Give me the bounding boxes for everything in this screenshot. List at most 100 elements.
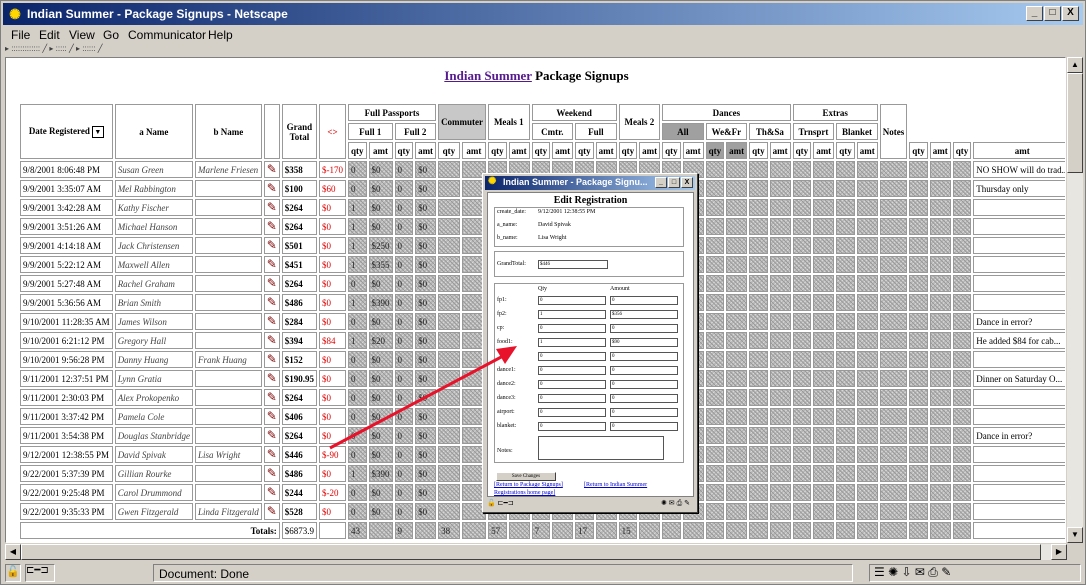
grand-total-input[interactable]: $446	[538, 260, 608, 269]
edit-pencil-icon[interactable]: ✎	[267, 504, 277, 518]
amount-input[interactable]: 0	[610, 408, 678, 417]
popup-close-button[interactable]: X	[681, 177, 693, 188]
return-home-link-2[interactable]: Registrations home page]	[494, 490, 555, 496]
amount-input[interactable]: 0	[610, 352, 678, 361]
qty-input[interactable]: 1	[538, 338, 606, 347]
menu-file[interactable]: File	[11, 28, 30, 42]
edit-pencil-icon[interactable]: ✎	[267, 428, 277, 442]
qty-input[interactable]: 0	[538, 394, 606, 403]
col-a-name[interactable]: a Name	[114, 104, 193, 159]
cell-notes	[973, 294, 1065, 311]
edit-pencil-icon[interactable]: ✎	[267, 371, 277, 385]
edit-pencil-icon[interactable]: ✎	[267, 238, 277, 252]
cell-grand-total: $152	[281, 351, 318, 368]
cell-value	[726, 389, 748, 406]
edit-pencil-icon[interactable]: ✎	[267, 219, 277, 233]
cell-value	[909, 218, 928, 235]
security-lock-icon[interactable]: 🔓 ⊏━⊐	[487, 500, 514, 507]
notes-textarea[interactable]	[538, 436, 664, 460]
cell-amt: $0	[415, 161, 437, 178]
cell-date: 9/10/2001 9:56:28 PM	[20, 351, 113, 368]
cell-amt: $0	[368, 503, 393, 520]
amount-input[interactable]: 0	[610, 380, 678, 389]
menu-communicator[interactable]: Communicator	[128, 28, 206, 42]
scroll-thumb[interactable]	[1067, 73, 1083, 173]
cell-value	[749, 427, 768, 444]
edit-pencil-icon[interactable]: ✎	[267, 257, 277, 271]
scroll-right-icon[interactable]: ▶	[1051, 544, 1067, 560]
toolbar-grip-handles[interactable]: ▸ ::::::::::::: ╱ ▸ ::::: ╱ ▸ :::::: ╱	[5, 45, 225, 53]
menu-help[interactable]: Help	[208, 28, 233, 42]
return-home-link[interactable]: [Return to Indian Summer	[584, 482, 647, 488]
vertical-scrollbar[interactable]: ▲ ▼	[1067, 57, 1083, 543]
edit-pencil-icon[interactable]: ✎	[267, 409, 277, 423]
scroll-left-icon[interactable]: ◀	[5, 544, 21, 560]
qty-input[interactable]: 0	[538, 352, 606, 361]
edit-pencil-icon[interactable]: ✎	[267, 447, 277, 461]
return-signups-link[interactable]: [Return to Package Signups]	[494, 482, 563, 488]
edit-pencil-icon[interactable]: ✎	[267, 352, 277, 366]
qty-input[interactable]: 0	[538, 408, 606, 417]
qty-input[interactable]: 0	[538, 422, 606, 431]
cell-value	[749, 256, 768, 273]
col-b-name[interactable]: b Name	[194, 104, 262, 159]
col-date[interactable]: Date Registered ▼	[20, 104, 113, 159]
amount-input[interactable]: $90	[610, 338, 678, 347]
menu-go[interactable]: Go	[103, 28, 119, 42]
qty-input[interactable]: 0	[538, 296, 606, 305]
edit-pencil-icon[interactable]: ✎	[267, 162, 277, 176]
col-grand-total[interactable]: Grand Total	[281, 104, 318, 159]
edit-pencil-icon[interactable]: ✎	[267, 276, 277, 290]
amount-input[interactable]: 0	[610, 422, 678, 431]
cell-value	[929, 465, 951, 482]
cell-value	[952, 370, 972, 387]
cell-amt: $0	[415, 180, 437, 197]
amount-input[interactable]: 0	[610, 296, 678, 305]
edit-pencil-icon[interactable]: ✎	[267, 333, 277, 347]
edit-cell: ✎	[263, 370, 280, 387]
edit-cell: ✎	[263, 503, 280, 520]
component-bar-icons[interactable]: ✺ ✉ ⎙ ✎	[661, 499, 690, 508]
amount-input[interactable]: 0	[610, 394, 678, 403]
scroll-up-icon[interactable]: ▲	[1067, 57, 1083, 73]
cell-value	[749, 218, 768, 235]
edit-pencil-icon[interactable]: ✎	[267, 200, 277, 214]
edit-pencil-icon[interactable]: ✎	[267, 485, 277, 499]
sort-icon[interactable]: ▼	[91, 125, 104, 138]
qty-input[interactable]: 1	[538, 310, 606, 319]
edit-pencil-icon[interactable]: ✎	[267, 466, 277, 480]
horizontal-scrollbar[interactable]: ◀ ▶	[5, 544, 1067, 560]
popup-minimize-button[interactable]: _	[655, 177, 667, 188]
cell-value	[813, 484, 835, 501]
cell-amt: $0	[415, 427, 437, 444]
qty-input[interactable]: 0	[538, 366, 606, 375]
maximize-button[interactable]: □	[1044, 6, 1061, 21]
save-changes-button[interactable]: Save Changes	[496, 472, 556, 481]
cell-value	[879, 180, 908, 197]
qty-header: Qty	[538, 286, 547, 292]
scroll-down-icon[interactable]: ▼	[1067, 527, 1083, 543]
home-link[interactable]: Indian Summer	[444, 68, 532, 83]
amount-input[interactable]: 0	[610, 324, 678, 333]
hscroll-thumb[interactable]	[21, 544, 1041, 560]
cell-value	[705, 161, 725, 178]
popup-maximize-button[interactable]: □	[668, 177, 680, 188]
edit-pencil-icon[interactable]: ✎	[267, 295, 277, 309]
menu-view[interactable]: View	[69, 28, 95, 42]
amount-input[interactable]: 0	[610, 366, 678, 375]
col-diff[interactable]: <>	[319, 104, 347, 159]
edit-pencil-icon[interactable]: ✎	[267, 314, 277, 328]
totals-cell	[595, 522, 617, 539]
security-lock-icon[interactable]: 🔓	[5, 564, 21, 582]
amount-input[interactable]: $356	[610, 310, 678, 319]
edit-pencil-icon[interactable]: ✎	[267, 181, 277, 195]
cell-value	[438, 256, 460, 273]
qty-input[interactable]: 0	[538, 380, 606, 389]
close-button[interactable]: X	[1062, 6, 1079, 21]
cell-value	[856, 351, 878, 368]
qty-input[interactable]: 0	[538, 324, 606, 333]
menu-edit[interactable]: Edit	[39, 28, 60, 42]
component-bar-icons[interactable]: ☰ ✺ ⇩ ✉ ⎙ ✎	[869, 564, 1081, 582]
edit-pencil-icon[interactable]: ✎	[267, 390, 277, 404]
minimize-button[interactable]: _	[1026, 6, 1043, 21]
